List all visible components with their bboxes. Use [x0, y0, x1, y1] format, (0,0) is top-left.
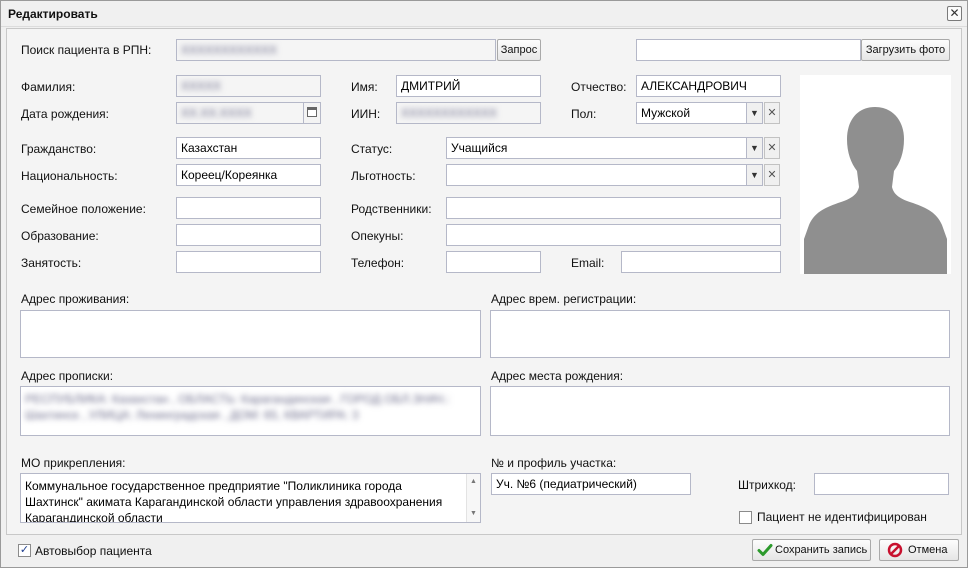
citizenship-field[interactable]: Казахстан — [176, 137, 321, 159]
education-label: Образование: — [21, 229, 99, 243]
clear-icon[interactable]: ✕ — [764, 102, 780, 124]
birthdate-label: Дата рождения: — [21, 107, 109, 121]
email-field[interactable] — [621, 251, 781, 273]
rpn-search-value: XXXXXXXXXXXX — [181, 43, 278, 57]
chevron-down-icon[interactable]: ▼ — [747, 137, 763, 159]
unidentified-checkbox[interactable] — [739, 511, 752, 524]
nationality-label: Национальность: — [21, 169, 118, 183]
registration-address-label: Адрес прописки: — [21, 369, 114, 383]
rpn-search-input[interactable]: XXXXXXXXXXXX — [176, 39, 496, 61]
scroll-down-icon[interactable]: ▼ — [467, 508, 480, 520]
employment-field[interactable] — [176, 251, 321, 273]
email-label: Email: — [571, 256, 605, 270]
name-label: Имя: — [351, 80, 378, 94]
barcode-label: Штрихкод: — [738, 478, 797, 492]
employment-label: Занятость: — [21, 256, 82, 270]
registration-address-value: РЕСПУБЛИКА: Казахстан , ОБЛАСТЬ: Караган… — [25, 392, 451, 422]
save-button[interactable]: Сохранить запись — [752, 539, 871, 561]
status-label: Статус: — [351, 142, 393, 156]
marital-label: Семейное положение: — [21, 202, 146, 216]
temp-registration-textarea[interactable] — [490, 310, 950, 358]
nationality-field[interactable]: Кореец/Кореянка — [176, 164, 321, 186]
scroll-up-icon[interactable]: ▲ — [467, 476, 480, 488]
save-button-label: Сохранить запись — [775, 544, 868, 556]
birthdate-field[interactable]: XX.XX.XXXX — [176, 102, 304, 124]
relatives-field[interactable] — [446, 197, 781, 219]
district-field[interactable]: Уч. №6 (педиатрический) — [491, 473, 691, 495]
request-button[interactable]: Запрос — [497, 39, 541, 61]
phone-field[interactable] — [446, 251, 541, 273]
district-label: № и профиль участка: — [491, 456, 617, 470]
birthplace-address-label: Адрес места рождения: — [491, 369, 624, 383]
dialog-titlebar: Редактировать ✕ — [1, 1, 967, 27]
patronymic-field[interactable]: АЛЕКСАНДРОВИЧ — [636, 75, 781, 97]
phone-label: Телефон: — [351, 256, 405, 270]
barcode-field[interactable] — [814, 473, 949, 495]
temp-registration-label: Адрес врем. регистрации: — [491, 292, 637, 306]
patient-photo — [800, 75, 951, 274]
photo-path-field[interactable] — [636, 39, 861, 61]
close-icon[interactable]: ✕ — [947, 6, 962, 21]
iin-field[interactable]: XXXXXXXXXXXX — [396, 102, 541, 124]
cancel-button[interactable]: Отмена — [879, 539, 959, 561]
gender-select[interactable]: Мужской — [636, 102, 747, 124]
chevron-down-icon[interactable]: ▼ — [747, 164, 763, 186]
mo-attachment-value: Коммунальное государственное предприятие… — [25, 479, 443, 523]
unidentified-label: Пациент не идентифицирован — [757, 510, 927, 524]
autoselect-checkbox[interactable]: ✓ — [18, 544, 31, 557]
education-field[interactable] — [176, 224, 321, 246]
cancel-button-label: Отмена — [908, 544, 948, 556]
residence-address-textarea[interactable] — [20, 310, 481, 358]
edit-patient-dialog: Редактировать ✕ Поиск пациента в РПН: XX… — [0, 0, 968, 568]
cancel-icon — [887, 542, 903, 558]
birthplace-address-textarea[interactable] — [490, 386, 950, 436]
clear-icon[interactable]: ✕ — [764, 164, 780, 186]
check-icon — [757, 544, 773, 556]
iin-value: XXXXXXXXXXXX — [401, 106, 498, 120]
chevron-down-icon[interactable]: ▼ — [747, 102, 763, 124]
clear-icon[interactable]: ✕ — [764, 137, 780, 159]
patronymic-label: Отчество: — [571, 80, 627, 94]
guardians-field[interactable] — [446, 224, 781, 246]
mo-attachment-label: МО прикрепления: — [21, 456, 126, 470]
citizenship-label: Гражданство: — [21, 142, 97, 156]
marital-field[interactable] — [176, 197, 321, 219]
residence-address-label: Адрес проживания: — [21, 292, 130, 306]
upload-photo-button[interactable]: Загрузить фото — [861, 39, 950, 61]
name-field[interactable]: ДМИТРИЙ — [396, 75, 541, 97]
relatives-label: Родственники: — [351, 202, 432, 216]
dialog-title: Редактировать — [8, 7, 98, 21]
birthdate-value: XX.XX.XXXX — [181, 106, 252, 120]
person-silhouette-icon — [804, 107, 947, 274]
gender-label: Пол: — [571, 107, 597, 121]
surname-value: XXXXX — [181, 79, 222, 93]
search-label: Поиск пациента в РПН: — [21, 43, 152, 57]
status-select[interactable]: Учащийся — [446, 137, 747, 159]
mo-scrollbar[interactable]: ▲ ▼ — [466, 474, 480, 522]
calendar-icon[interactable] — [304, 102, 321, 124]
autoselect-label: Автовыбор пациента — [35, 544, 152, 558]
guardians-label: Опекуны: — [351, 229, 404, 243]
registration-address-textarea[interactable]: РЕСПУБЛИКА: Казахстан , ОБЛАСТЬ: Караган… — [20, 386, 481, 436]
iin-label: ИИН: — [351, 107, 381, 121]
surname-field[interactable]: XXXXX — [176, 75, 321, 97]
benefit-label: Льготность: — [351, 169, 416, 183]
benefit-select[interactable] — [446, 164, 747, 186]
surname-label: Фамилия: — [21, 80, 76, 94]
mo-attachment-textarea[interactable]: Коммунальное государственное предприятие… — [20, 473, 481, 523]
